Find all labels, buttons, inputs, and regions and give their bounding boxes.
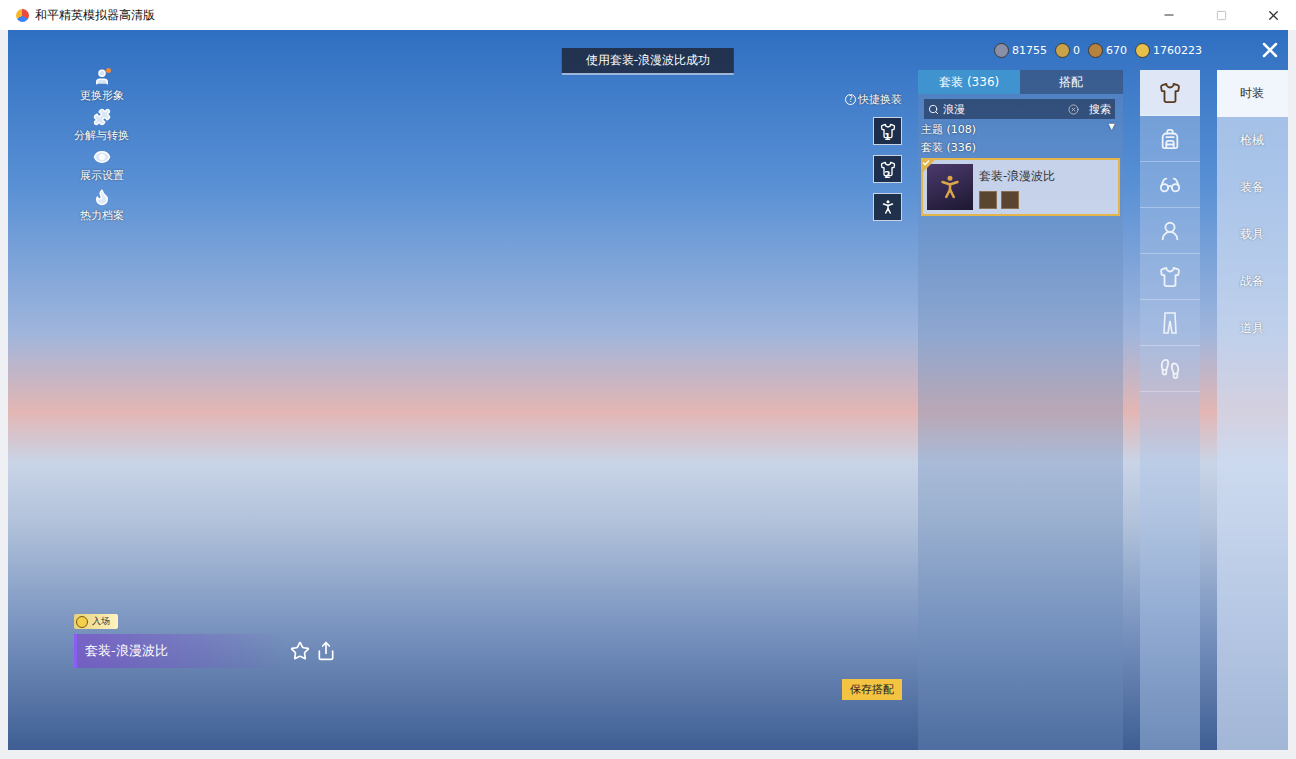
- currency: 81755: [994, 43, 1047, 58]
- search-icon: [928, 104, 939, 115]
- window-title: 和平精英模拟器高清版: [35, 7, 1140, 24]
- close-icon: [1258, 38, 1282, 62]
- subcategory[interactable]: [1140, 300, 1200, 346]
- part-thumbnail: [1001, 191, 1019, 209]
- app-logo-icon: [16, 9, 29, 22]
- eye-icon: [93, 148, 111, 166]
- subcategory[interactable]: [1140, 70, 1200, 116]
- currency: 0: [1055, 43, 1080, 58]
- coin-icon: [1088, 43, 1103, 58]
- search-button[interactable]: 搜索: [1083, 102, 1111, 117]
- figure-icon: [879, 198, 897, 216]
- minimize-icon: [1162, 8, 1176, 22]
- category-column: 时装枪械装备载具战备道具: [1217, 70, 1288, 750]
- stage: 更换形象分解与转换展示设置热力档案 ?快捷换装 1 2 入场套装-浪漫波比保存搭配: [8, 30, 918, 750]
- left-menu-item[interactable]: 热力档案: [74, 188, 129, 223]
- close-window-button[interactable]: [1250, 0, 1296, 30]
- coin-icon: [994, 43, 1009, 58]
- figure-icon: [935, 172, 965, 202]
- quick-slot[interactable]: 2: [873, 155, 902, 183]
- subcategory[interactable]: [1140, 254, 1200, 300]
- minimize-button[interactable]: [1146, 0, 1192, 30]
- figure-slot[interactable]: [873, 193, 902, 221]
- subcategory[interactable]: [1140, 116, 1200, 162]
- subcategory-column: [1140, 70, 1200, 750]
- left-menu: 更换形象分解与转换展示设置热力档案: [74, 68, 129, 223]
- outfit-name-row: 套装-浪漫波比: [74, 634, 336, 668]
- part-thumbnail: [979, 191, 997, 209]
- category[interactable]: 载具: [1217, 211, 1288, 258]
- stage-top: 更换形象分解与转换展示设置热力档案 ?快捷换装 1 2: [74, 68, 902, 223]
- category[interactable]: 时装: [1217, 70, 1288, 117]
- close-icon: [1266, 8, 1281, 23]
- dropdown-icon: ▼: [1108, 122, 1114, 137]
- emulator-window: 和平精英模拟器高清版使用套装-浪漫波比成功更换形象分解与转换展示设置热力档案 ?快…: [0, 0, 1296, 759]
- notice-badge: [106, 68, 111, 73]
- left-menu-item[interactable]: 分解与转换: [74, 108, 129, 143]
- left-menu-item[interactable]: 展示设置: [74, 148, 129, 183]
- outfit-icon: [1159, 82, 1181, 104]
- maximize-icon: [1216, 10, 1227, 21]
- coin-icon: [1135, 43, 1150, 58]
- save-button[interactable]: 保存搭配: [842, 679, 902, 700]
- share-button[interactable]: [316, 641, 336, 661]
- wardrobe-body: 套装 (336)搭配浪漫搜索主题 (108)▼套装 (336)套装-浪漫波比时装…: [918, 70, 1288, 750]
- maximize-button[interactable]: [1198, 0, 1244, 30]
- tab[interactable]: 套装 (336): [918, 70, 1020, 94]
- star-icon: [290, 641, 310, 661]
- puzzle-icon: [93, 108, 111, 126]
- stage-bottom: 入场套装-浪漫波比保存搭配: [74, 614, 902, 700]
- socks-icon: [1159, 358, 1181, 380]
- category[interactable]: 装备: [1217, 164, 1288, 211]
- backpack-icon: [1159, 128, 1181, 150]
- group-header[interactable]: 主题 (108)▼: [918, 122, 1123, 137]
- quick-slot[interactable]: 1: [873, 117, 902, 145]
- subcategory[interactable]: [1140, 208, 1200, 254]
- group-header: 套装 (336): [918, 140, 1123, 155]
- left-menu-item[interactable]: 更换形象: [74, 68, 129, 103]
- category[interactable]: 道具: [1217, 305, 1288, 352]
- top-icon: [1159, 266, 1181, 288]
- search-field[interactable]: 浪漫搜索: [924, 99, 1115, 119]
- smile-icon: [76, 616, 88, 628]
- flame-icon: [93, 188, 111, 206]
- outfit-card[interactable]: 套装-浪漫波比: [921, 158, 1120, 216]
- game-scene: 使用套装-浪漫波比成功更换形象分解与转换展示设置热力档案?快捷换装12入场套装-…: [8, 30, 1288, 750]
- share-icon: [316, 641, 336, 661]
- subcategory[interactable]: [1140, 346, 1200, 392]
- toast: 使用套装-浪漫波比成功: [562, 48, 734, 75]
- quick-change: ?快捷换装 1 2: [845, 92, 902, 221]
- wardrobe-list: 套装 (336)搭配浪漫搜索主题 (108)▼套装 (336)套装-浪漫波比: [918, 70, 1123, 750]
- entry-tag: 入场: [74, 614, 118, 629]
- quick-change-label: ?快捷换装: [845, 92, 902, 107]
- currency: 1760223: [1135, 43, 1202, 58]
- outfit-thumbnail: [927, 164, 973, 210]
- outfit-card-name: 套装-浪漫波比: [979, 168, 1055, 185]
- clear-icon[interactable]: [1068, 104, 1079, 115]
- outfit-name: 套装-浪漫波比: [74, 634, 284, 668]
- tab[interactable]: 搭配: [1020, 70, 1122, 94]
- category[interactable]: 战备: [1217, 258, 1288, 305]
- subcategory[interactable]: [1140, 162, 1200, 208]
- close-button[interactable]: [1258, 38, 1282, 62]
- title-bar: 和平精英模拟器高清版: [0, 0, 1296, 30]
- currency: 670: [1088, 43, 1127, 58]
- currency-bar: 81755 0 670 1760223: [918, 30, 1288, 70]
- glasses-icon: [1159, 174, 1181, 196]
- outfit-info: 入场套装-浪漫波比: [74, 614, 336, 668]
- tabs: 套装 (336)搭配: [918, 70, 1123, 94]
- pants-icon: [1161, 312, 1179, 334]
- favorite-button[interactable]: [290, 641, 310, 661]
- head-icon: [1159, 220, 1181, 242]
- right-panel: 8175506701760223套装 (336)搭配浪漫搜索主题 (108)▼套…: [918, 30, 1288, 750]
- coin-icon: [1055, 43, 1070, 58]
- category[interactable]: 枪械: [1217, 117, 1288, 164]
- help-icon[interactable]: ?: [845, 94, 856, 105]
